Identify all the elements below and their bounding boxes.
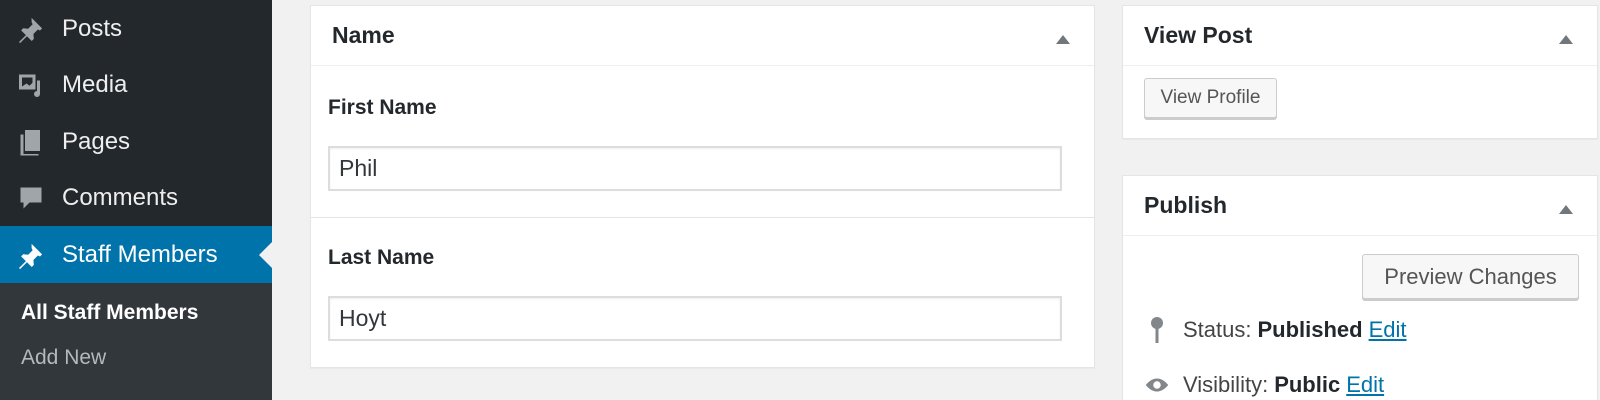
view-profile-button[interactable]: View Profile (1144, 78, 1277, 118)
last-name-input[interactable] (328, 296, 1062, 341)
menu-item-posts[interactable]: Posts (0, 0, 272, 57)
postbox-title: View Post (1144, 22, 1253, 48)
postbox-title: Publish (1144, 192, 1228, 218)
menu-item-label: Comments (62, 183, 179, 211)
visibility-value: Public (1274, 372, 1341, 397)
staff-submenu: All Staff Members Add New (0, 283, 272, 400)
menu-item-label: Staff Members (62, 240, 218, 268)
menu-item-label: Media (62, 70, 128, 98)
collapse-arrow-icon[interactable] (1559, 205, 1573, 214)
status-value: Published (1257, 317, 1363, 342)
submenu-all-staff-members[interactable]: All Staff Members (21, 301, 198, 325)
button-label: Preview Changes (1384, 263, 1557, 289)
menu-item-staff-members[interactable]: Staff Members (0, 226, 272, 283)
button-label: View Profile (1160, 87, 1261, 108)
submenu-add-new[interactable]: Add New (21, 346, 106, 370)
pages-icon (14, 125, 48, 159)
menu-item-comments[interactable]: Comments (0, 169, 272, 226)
menu-item-label: Pages (62, 127, 131, 155)
postbox-header[interactable]: View Post (1123, 6, 1597, 66)
publish-postbox: Publish Preview Changes Status: Publishe… (1122, 175, 1598, 400)
last-name-label: Last Name (328, 246, 435, 269)
visibility-label: Visibility: (1183, 372, 1269, 397)
edit-visibility-link[interactable]: Edit (1346, 372, 1384, 398)
postbox-header[interactable]: Name (311, 6, 1094, 66)
pin-icon (14, 238, 48, 272)
status-label: Status: (1183, 317, 1252, 342)
menu-item-media[interactable]: Media (0, 56, 272, 113)
view-post-postbox: View Post View Profile (1122, 5, 1598, 139)
comment-icon (14, 181, 48, 215)
post-status-line: Status: Published Edit (1143, 316, 1407, 344)
media-icon (14, 68, 48, 102)
preview-changes-button[interactable]: Preview Changes (1362, 254, 1579, 299)
collapse-arrow-icon[interactable] (1056, 35, 1070, 44)
menu-item-pages[interactable]: Pages (0, 113, 272, 170)
first-name-input[interactable] (328, 146, 1062, 191)
eye-icon (1143, 375, 1171, 395)
postbox-header[interactable]: Publish (1123, 176, 1597, 236)
edit-status-link[interactable]: Edit (1369, 317, 1407, 343)
pin-icon (14, 12, 48, 46)
admin-sidebar: Posts Media Pages Comments Staff Members… (0, 0, 272, 400)
name-postbox: Name First Name Last Name (310, 5, 1095, 368)
pin-marker-icon (1143, 316, 1171, 344)
menu-item-label: Posts (62, 14, 123, 42)
postbox-title: Name (332, 22, 395, 48)
collapse-arrow-icon[interactable] (1559, 35, 1573, 44)
post-visibility-line: Visibility: Public Edit (1143, 372, 1384, 398)
field-divider (311, 217, 1094, 218)
first-name-label: First Name (328, 96, 437, 119)
